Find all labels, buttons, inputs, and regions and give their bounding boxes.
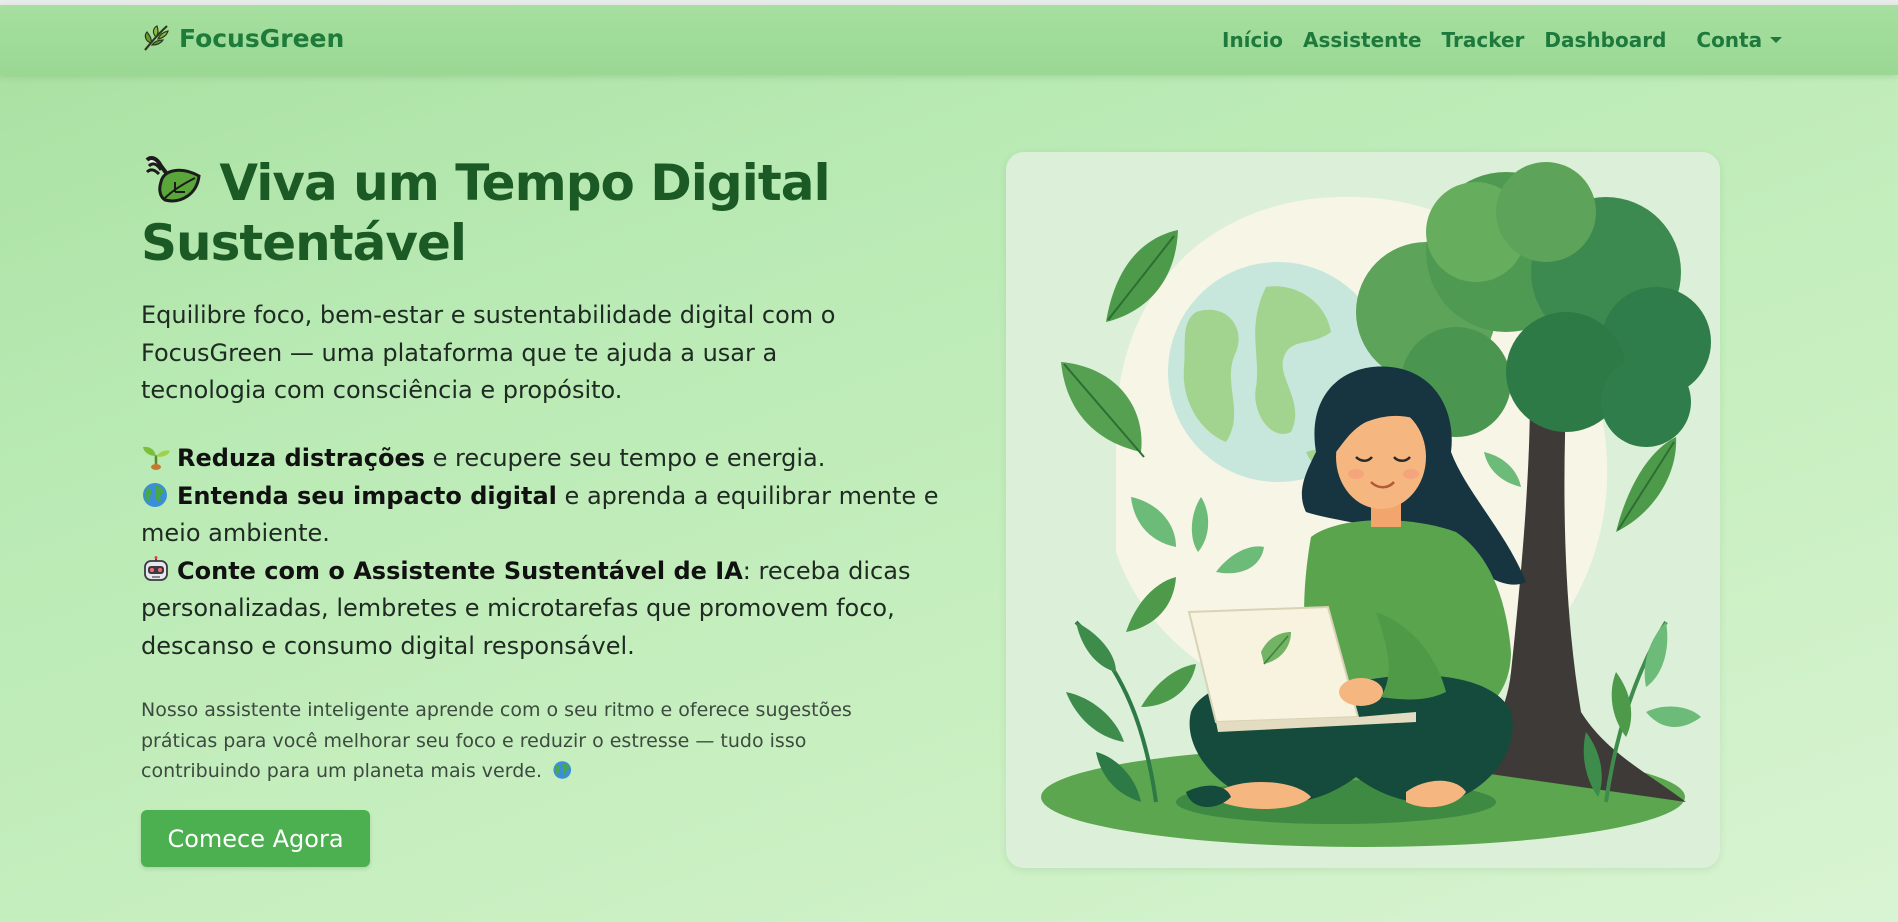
globe-icon — [553, 761, 572, 779]
leaf-icon — [144, 25, 169, 51]
feature-item: Reduza distrações e recupere seu tempo e… — [141, 440, 941, 478]
nav-assistente[interactable]: Assistente — [1303, 28, 1422, 52]
account-label: Conta — [1696, 28, 1763, 52]
feature-list: Reduza distrações e recupere seu tempo e… — [141, 440, 941, 665]
hero-lead: Equilibre foco, bem-estar e sustentabili… — [141, 301, 836, 404]
globe-icon — [143, 482, 167, 507]
navbar: FocusGreen Início Assistente Tracker Das… — [0, 5, 1898, 75]
woman-laptop-tree-illustration — [1006, 152, 1720, 868]
feature-item: Entenda seu impacto digital e aprenda a … — [141, 478, 941, 553]
chevron-down-icon — [1770, 37, 1783, 43]
hero-small-text: Nosso assistente inteligente aprende com… — [141, 695, 921, 787]
main-nav: Início Assistente Tracker Dashboard Cont… — [1222, 28, 1802, 52]
brand[interactable]: FocusGreen — [141, 23, 344, 53]
feature-3-bold: Conte com o Assistente Sustentável de IA — [177, 556, 743, 585]
feature-2-bold: Entenda seu impacto digital — [177, 481, 557, 510]
nav-tracker[interactable]: Tracker — [1442, 28, 1525, 52]
hero-title-line2: Sustentável — [141, 214, 467, 272]
hero-title: Viva um Tempo Digital Sustentável — [141, 152, 861, 273]
seedling-icon — [143, 446, 170, 470]
account-dropdown[interactable]: Conta — [1696, 28, 1783, 52]
hero-illustration — [1006, 152, 1720, 868]
robot-icon — [144, 555, 168, 581]
get-started-button[interactable]: Comece Agora — [141, 810, 370, 867]
leaf-hand-icon — [145, 156, 201, 203]
nav-inicio[interactable]: Início — [1222, 28, 1283, 52]
nav-dashboard[interactable]: Dashboard — [1544, 28, 1666, 52]
feature-1-text: e recupere seu tempo e energia. — [425, 444, 826, 472]
page: FocusGreen Início Assistente Tracker Das… — [0, 5, 1898, 922]
feature-1-bold: Reduza distrações — [177, 444, 426, 472]
hero-small-text-body: Nosso assistente inteligente aprende com… — [141, 699, 852, 782]
brand-name: FocusGreen — [179, 23, 345, 53]
feature-item: Conte com o Assistente Sustentável de IA… — [141, 553, 941, 666]
hero-title-line1: Viva um Tempo Digital — [219, 154, 830, 212]
